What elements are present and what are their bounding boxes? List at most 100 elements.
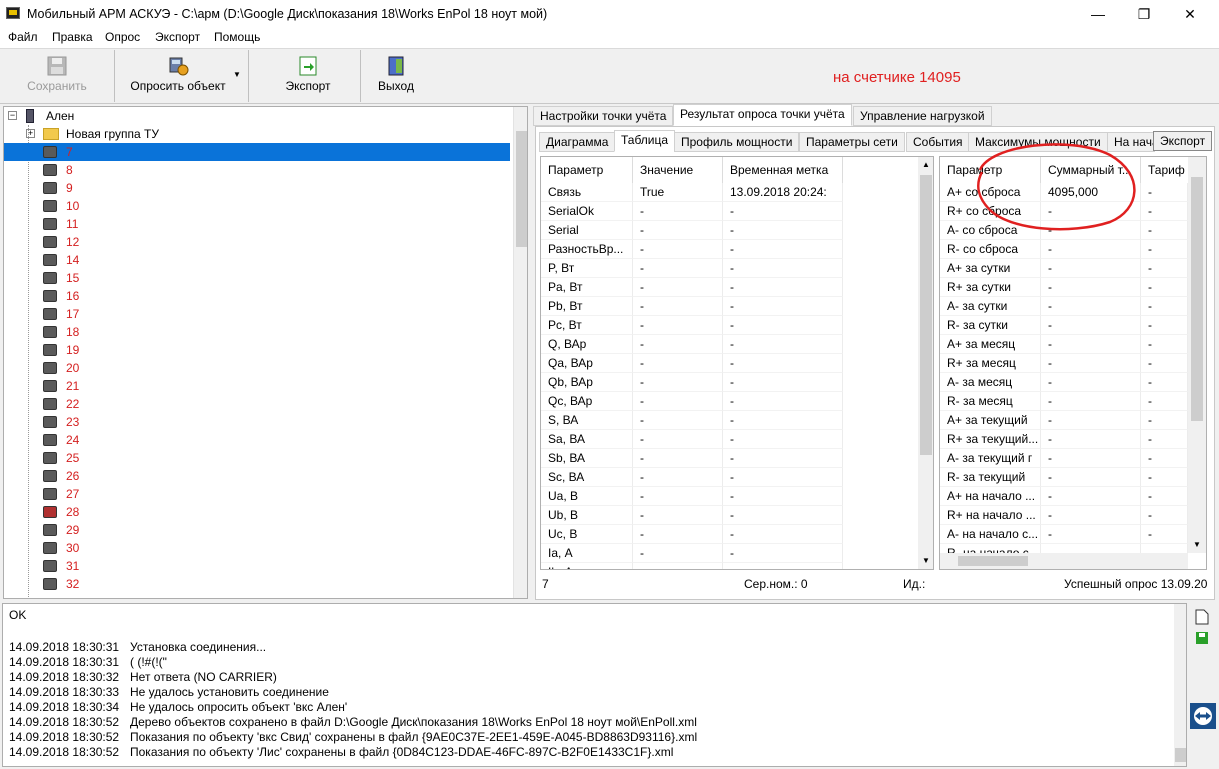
- grid-cell[interactable]: -: [723, 392, 843, 411]
- log-panel[interactable]: OK 14.09.2018 18:30:31 Установка соединен…: [2, 603, 1187, 767]
- grid-cell[interactable]: 13.09.2018 20:24:: [723, 183, 843, 202]
- menu-poll[interactable]: Опрос: [105, 30, 140, 44]
- poll-dropdown-icon[interactable]: ▼: [233, 70, 241, 79]
- grid-cell[interactable]: -: [1141, 221, 1188, 240]
- grid-cell[interactable]: -: [723, 240, 843, 259]
- export-toolbar-button[interactable]: Экспорт: [276, 51, 340, 101]
- grid-cell[interactable]: -: [723, 430, 843, 449]
- grid-cell[interactable]: -: [1041, 297, 1141, 316]
- grid-cell[interactable]: R+ за сутки: [940, 278, 1041, 297]
- tree-node[interactable]: 7: [4, 143, 510, 161]
- tree-node[interactable]: 32: [4, 575, 510, 593]
- grid-cell[interactable]: R- за текущий: [940, 468, 1041, 487]
- grid-cell[interactable]: -: [633, 487, 723, 506]
- grid-cell[interactable]: -: [1141, 316, 1188, 335]
- grid-cell[interactable]: -: [633, 202, 723, 221]
- tree-node[interactable]: 16: [4, 287, 510, 305]
- scroll-thumb[interactable]: [1191, 177, 1203, 421]
- grid-cell[interactable]: -: [1041, 221, 1141, 240]
- minimize-button[interactable]: —: [1075, 0, 1121, 28]
- tree-node[interactable]: 25: [4, 449, 510, 467]
- grid-cell[interactable]: Pb, Вт: [541, 297, 633, 316]
- grid-cell[interactable]: R+ за текущий...: [940, 430, 1041, 449]
- tree-node[interactable]: 19: [4, 341, 510, 359]
- grid-cell[interactable]: -: [1041, 449, 1141, 468]
- grid-cell[interactable]: Sb, ВА: [541, 449, 633, 468]
- column-header[interactable]: Временная метка: [723, 157, 843, 183]
- grid-cell[interactable]: A- за текущий г: [940, 449, 1041, 468]
- tab-power-maximums[interactable]: Максимумы мощности: [968, 132, 1108, 152]
- grid-cell[interactable]: A- за сутки: [940, 297, 1041, 316]
- grid-cell[interactable]: -: [1041, 373, 1141, 392]
- grid-cell[interactable]: -: [633, 544, 723, 563]
- grid-cell[interactable]: -: [1141, 335, 1188, 354]
- grid-cell[interactable]: -: [1141, 487, 1188, 506]
- grid-cell[interactable]: -: [723, 487, 843, 506]
- grid-cell[interactable]: РазностьВр...: [541, 240, 633, 259]
- grid-cell[interactable]: -: [1041, 316, 1141, 335]
- grid-cell[interactable]: True: [633, 183, 723, 202]
- grid-cell[interactable]: A+ за текущий: [940, 411, 1041, 430]
- grid-cell[interactable]: Qb, ВАр: [541, 373, 633, 392]
- grid-cell[interactable]: A+ за месяц: [940, 335, 1041, 354]
- grid-cell[interactable]: -: [723, 259, 843, 278]
- grid-cell[interactable]: Q, ВАр: [541, 335, 633, 354]
- params-grid-scrollbar[interactable]: ▲ ▼: [918, 157, 933, 569]
- tab-power-profile[interactable]: Профиль мощности: [674, 132, 800, 152]
- tree-node[interactable]: 24: [4, 431, 510, 449]
- grid-cell[interactable]: A+ на начало ...: [940, 487, 1041, 506]
- tree-node[interactable]: 9: [4, 179, 510, 197]
- grid-cell[interactable]: -: [723, 525, 843, 544]
- tab-table[interactable]: Таблица: [614, 130, 676, 152]
- grid-cell[interactable]: Qa, ВАр: [541, 354, 633, 373]
- grid-cell[interactable]: -: [1041, 468, 1141, 487]
- grid-cell[interactable]: -: [1141, 202, 1188, 221]
- tree-node[interactable]: 28: [4, 503, 510, 521]
- grid-cell[interactable]: -: [723, 221, 843, 240]
- grid-cell[interactable]: -: [723, 316, 843, 335]
- tree-node[interactable]: 10: [4, 197, 510, 215]
- grid-cell[interactable]: -: [1141, 430, 1188, 449]
- grid-cell[interactable]: -: [723, 354, 843, 373]
- save-button[interactable]: Сохранить: [18, 51, 96, 101]
- grid-cell[interactable]: R- за сутки: [940, 316, 1041, 335]
- maximize-button[interactable]: ❐: [1121, 0, 1167, 28]
- grid-cell[interactable]: R- со сброса: [940, 240, 1041, 259]
- grid-cell[interactable]: -: [1141, 392, 1188, 411]
- tree-scroll-thumb[interactable]: [516, 131, 527, 247]
- tree-node[interactable]: 18: [4, 323, 510, 341]
- grid-cell[interactable]: -: [633, 525, 723, 544]
- close-button[interactable]: ✕: [1167, 0, 1213, 28]
- grid-cell[interactable]: Qc, ВАр: [541, 392, 633, 411]
- object-tree[interactable]: − Ален + Новая группа ТУ 7 8 9 10 11 12 14 15 16…: [3, 106, 528, 599]
- tab-beginning[interactable]: На нача: [1107, 132, 1155, 152]
- grid-cell[interactable]: -: [1141, 506, 1188, 525]
- scroll-up-icon[interactable]: ▲: [918, 157, 933, 173]
- energy-grid-hscrollbar[interactable]: [940, 553, 1188, 569]
- teamviewer-icon[interactable]: [1190, 703, 1216, 729]
- grid-cell[interactable]: -: [633, 506, 723, 525]
- grid-cell[interactable]: Sc, ВА: [541, 468, 633, 487]
- menu-export[interactable]: Экспорт: [155, 30, 200, 44]
- grid-cell[interactable]: A- за месяц: [940, 373, 1041, 392]
- tab-poll-result[interactable]: Результат опроса точки учёта: [673, 104, 852, 126]
- grid-cell[interactable]: -: [633, 316, 723, 335]
- grid-cell[interactable]: -: [1141, 183, 1188, 202]
- grid-cell[interactable]: -: [1141, 354, 1188, 373]
- grid-cell[interactable]: A+ со сброса: [940, 183, 1041, 202]
- grid-cell[interactable]: -: [633, 468, 723, 487]
- grid-cell[interactable]: Pa, Вт: [541, 278, 633, 297]
- grid-cell[interactable]: -: [1141, 240, 1188, 259]
- export-button[interactable]: Экспорт: [1153, 131, 1213, 151]
- grid-cell[interactable]: -: [723, 411, 843, 430]
- tab-events[interactable]: События: [906, 132, 970, 152]
- column-header[interactable]: Тариф: [1141, 157, 1189, 183]
- tree-scrollbar[interactable]: [513, 107, 527, 598]
- grid-cell[interactable]: -: [723, 506, 843, 525]
- grid-cell[interactable]: R+ со сброса: [940, 202, 1041, 221]
- column-header[interactable]: Значение: [633, 157, 723, 183]
- grid-cell[interactable]: Ua, В: [541, 487, 633, 506]
- tab-point-settings[interactable]: Настройки точки учёта: [533, 106, 674, 126]
- hscroll-thumb[interactable]: [958, 556, 1028, 566]
- menu-edit[interactable]: Правка: [52, 30, 93, 44]
